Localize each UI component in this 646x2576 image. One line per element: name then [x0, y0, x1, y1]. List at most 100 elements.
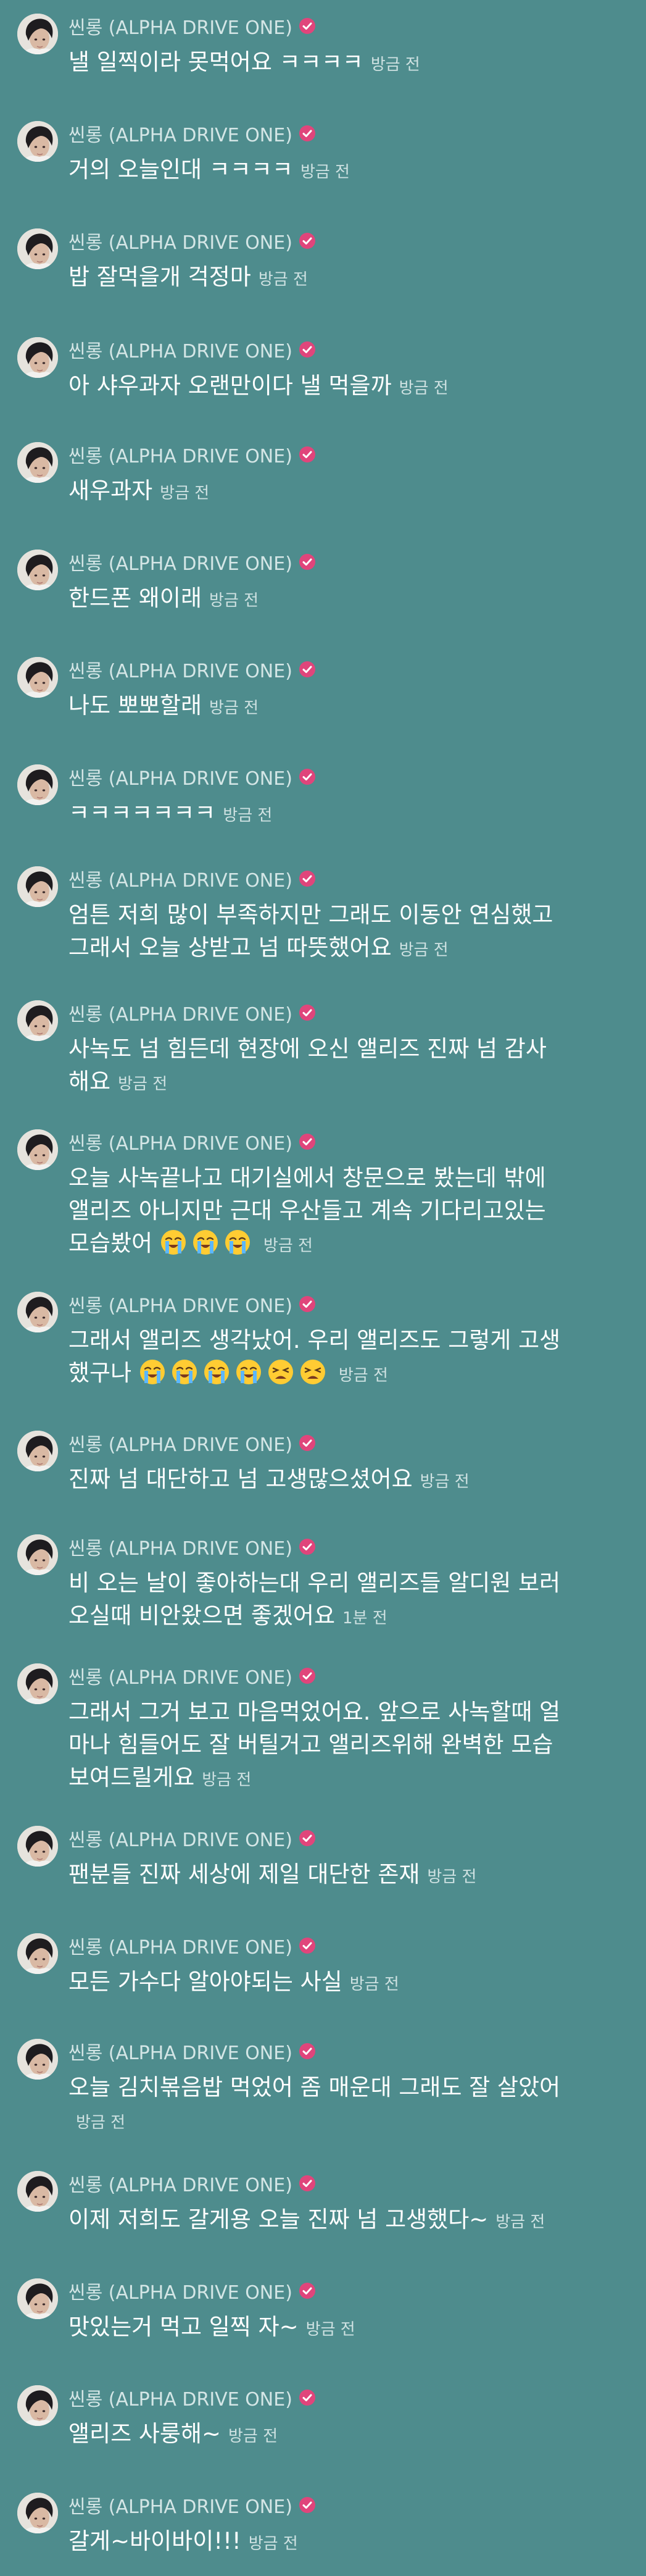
author-name[interactable]: 씬롱 (ALPHA DRIVE ONE) [68, 657, 316, 682]
author-name[interactable]: 씬롱 (ALPHA DRIVE ONE) [68, 764, 316, 790]
avatar[interactable] [17, 2171, 58, 2212]
author-name[interactable]: 씬롱 (ALPHA DRIVE ONE) [68, 1129, 316, 1155]
verified-badge-icon [299, 125, 316, 142]
comment-line-text: 새우과자 [68, 477, 153, 504]
author-name[interactable]: 씬롱 (ALPHA DRIVE ONE) [68, 550, 316, 575]
comment-line-text: ㅋㅋㅋㅋㅋㅋㅋ [68, 800, 216, 826]
author-name[interactable]: 씬롱 (ALPHA DRIVE ONE) [68, 442, 316, 467]
comment-text: 앨리즈 사룽해~ 방금 전 [68, 2417, 627, 2450]
avatar[interactable] [17, 337, 58, 378]
author-name[interactable]: 씬롱 (ALPHA DRIVE ONE) [68, 2385, 316, 2411]
timestamp: 방금 전 [209, 699, 259, 717]
author-name[interactable]: 씬롱 (ALPHA DRIVE ONE) [68, 1000, 316, 1026]
avatar[interactable] [17, 1431, 58, 1471]
author-name[interactable]: 씬롱 (ALPHA DRIVE ONE) [68, 1663, 316, 1689]
author-label: 씬롱 (ALPHA DRIVE ONE) [68, 2496, 292, 2518]
avatar[interactable] [17, 1826, 58, 1867]
author-label: 씬롱 (ALPHA DRIVE ONE) [68, 2389, 292, 2411]
avatar[interactable] [17, 2493, 58, 2533]
comment-line: 해요 방금 전 [68, 1065, 627, 1098]
timestamp: 방금 전 [305, 2320, 355, 2339]
timestamp: 방금 전 [338, 1366, 388, 1385]
comment-line: 앨리즈 아니지만 근대 우산들고 계속 기다리고있는 [68, 1194, 627, 1227]
verified-badge-icon [299, 1667, 316, 1684]
author-name[interactable]: 씬롱 (ALPHA DRIVE ONE) [68, 2278, 316, 2304]
verified-badge-icon [299, 1133, 316, 1150]
avatar[interactable] [17, 550, 58, 590]
author-name[interactable]: 씬롱 (ALPHA DRIVE ONE) [68, 121, 316, 146]
author-label: 씬롱 (ALPHA DRIVE ONE) [68, 2175, 292, 2196]
avatar[interactable] [17, 2278, 58, 2319]
timestamp: 방금 전 [258, 270, 308, 289]
author-name[interactable]: 씬롱 (ALPHA DRIVE ONE) [68, 2493, 316, 2518]
verified-badge-icon [299, 17, 316, 35]
author-label: 씬롱 (ALPHA DRIVE ONE) [68, 1434, 292, 1456]
author-name[interactable]: 씬롱 (ALPHA DRIVE ONE) [68, 1292, 316, 1317]
avatar[interactable] [17, 121, 58, 162]
comment-line-text: 한드폰 왜이래 [68, 585, 202, 611]
author-label: 씬롱 (ALPHA DRIVE ONE) [68, 2282, 292, 2304]
comment-line-text: 팬분들 진짜 세상에 제일 대단한 존재 [68, 1861, 420, 1888]
author-name[interactable]: 씬롱 (ALPHA DRIVE ONE) [68, 2039, 316, 2064]
comment-line-text: 낼 일찍이라 못먹어요 ㅋㅋㅋㅋ [68, 49, 363, 75]
comment-text: 새우과자 방금 전 [68, 474, 627, 507]
author-label: 씬롱 (ALPHA DRIVE ONE) [68, 553, 292, 575]
comment-line: 그래서 오늘 상받고 넘 따뜻했어요 방금 전 [68, 931, 627, 964]
author-label: 씬롱 (ALPHA DRIVE ONE) [68, 2043, 292, 2064]
comment-text: 맛있는거 먹고 일찍 자~ 방금 전 [68, 2310, 627, 2343]
avatar[interactable] [17, 1663, 58, 1704]
avatar[interactable] [17, 1933, 58, 1974]
avatar[interactable] [17, 657, 58, 698]
avatar[interactable] [17, 764, 58, 805]
comment-text: 낼 일찍이라 못먹어요 ㅋㅋㅋㅋ 방금 전 [68, 46, 627, 78]
avatar[interactable] [17, 2039, 58, 2080]
comment-line-text: 그래서 오늘 상받고 넘 따뜻했어요 [68, 934, 392, 961]
comment-line: 팬분들 진짜 세상에 제일 대단한 존재 방금 전 [68, 1858, 627, 1891]
comment-feed: 씬롱 (ALPHA DRIVE ONE) 낼 일찍이라 못먹어요 ㅋㅋㅋㅋ 방금 전… [0, 0, 646, 2576]
author-label: 씬롱 (ALPHA DRIVE ONE) [68, 446, 292, 467]
author-name[interactable]: 씬롱 (ALPHA DRIVE ONE) [68, 1826, 316, 1851]
author-name[interactable]: 씬롱 (ALPHA DRIVE ONE) [68, 1431, 316, 1456]
avatar[interactable] [17, 228, 58, 269]
avatar[interactable] [17, 866, 58, 907]
author-name[interactable]: 씬롱 (ALPHA DRIVE ONE) [68, 14, 316, 39]
author-name[interactable]: 씬롱 (ALPHA DRIVE ONE) [68, 2171, 316, 2196]
comment-line: ㅋㅋㅋㅋㅋㅋㅋ 방금 전 [68, 797, 627, 829]
timestamp: 방금 전 [263, 1237, 313, 1255]
verified-badge-icon [299, 2043, 316, 2060]
comment-text: ㅋㅋㅋㅋㅋㅋㅋ 방금 전 [68, 797, 627, 829]
comment-line: 새우과자 방금 전 [68, 474, 627, 507]
avatar[interactable] [17, 442, 58, 483]
loudly-crying-face-emoji-icon [192, 1229, 219, 1256]
author-name[interactable]: 씬롱 (ALPHA DRIVE ONE) [68, 1933, 316, 1959]
author-name[interactable]: 씬롱 (ALPHA DRIVE ONE) [68, 228, 316, 254]
comment-line-text: 밥 잘먹을개 걱정마 [68, 264, 251, 290]
comment-line: 마나 힘들어도 잘 버틸거고 앨리즈위해 완벽한 모습 [68, 1728, 627, 1761]
timestamp: 1분 전 [342, 1609, 387, 1628]
verified-badge-icon [299, 870, 316, 887]
comment-line: 나도 뽀뽀할래 방금 전 [68, 689, 627, 722]
author-name[interactable]: 씬롱 (ALPHA DRIVE ONE) [68, 337, 316, 362]
timestamp: 방금 전 [228, 2427, 278, 2446]
comment-line: 오늘 사녹끝나고 대기실에서 창문으로 봤는데 밖에 [68, 1161, 627, 1194]
avatar[interactable] [17, 2385, 58, 2426]
loudly-crying-face-emoji-icon [224, 1229, 251, 1256]
author-name[interactable]: 씬롱 (ALPHA DRIVE ONE) [68, 866, 316, 892]
avatar[interactable] [17, 1292, 58, 1332]
comment-line-text: 오늘 사녹끝나고 대기실에서 창문으로 봤는데 밖에 [68, 1165, 546, 1191]
author-name[interactable]: 씬롱 (ALPHA DRIVE ONE) [68, 1534, 316, 1560]
avatar[interactable] [17, 1534, 58, 1575]
avatar[interactable] [17, 1000, 58, 1041]
timestamp: 방금 전 [223, 806, 273, 825]
timestamp: 방금 전 [248, 2535, 298, 2553]
avatar[interactable] [17, 14, 58, 54]
author-label: 씬롱 (ALPHA DRIVE ONE) [68, 1133, 292, 1155]
comment-line: 밥 잘먹을개 걱정마 방금 전 [68, 261, 627, 293]
verified-badge-icon [299, 1004, 316, 1021]
comment-line: 거의 오늘인대 ㅋㅋㅋㅋ 방금 전 [68, 153, 627, 186]
avatar[interactable] [17, 1129, 58, 1170]
verified-badge-icon [299, 1937, 316, 1954]
comment-line-text: 갈게~바이바이!!! [68, 2528, 241, 2554]
comment-line-text: 오실때 비안왔으면 좋겠어요 [68, 1602, 336, 1629]
loudly-crying-face-emoji-icon [171, 1358, 198, 1386]
